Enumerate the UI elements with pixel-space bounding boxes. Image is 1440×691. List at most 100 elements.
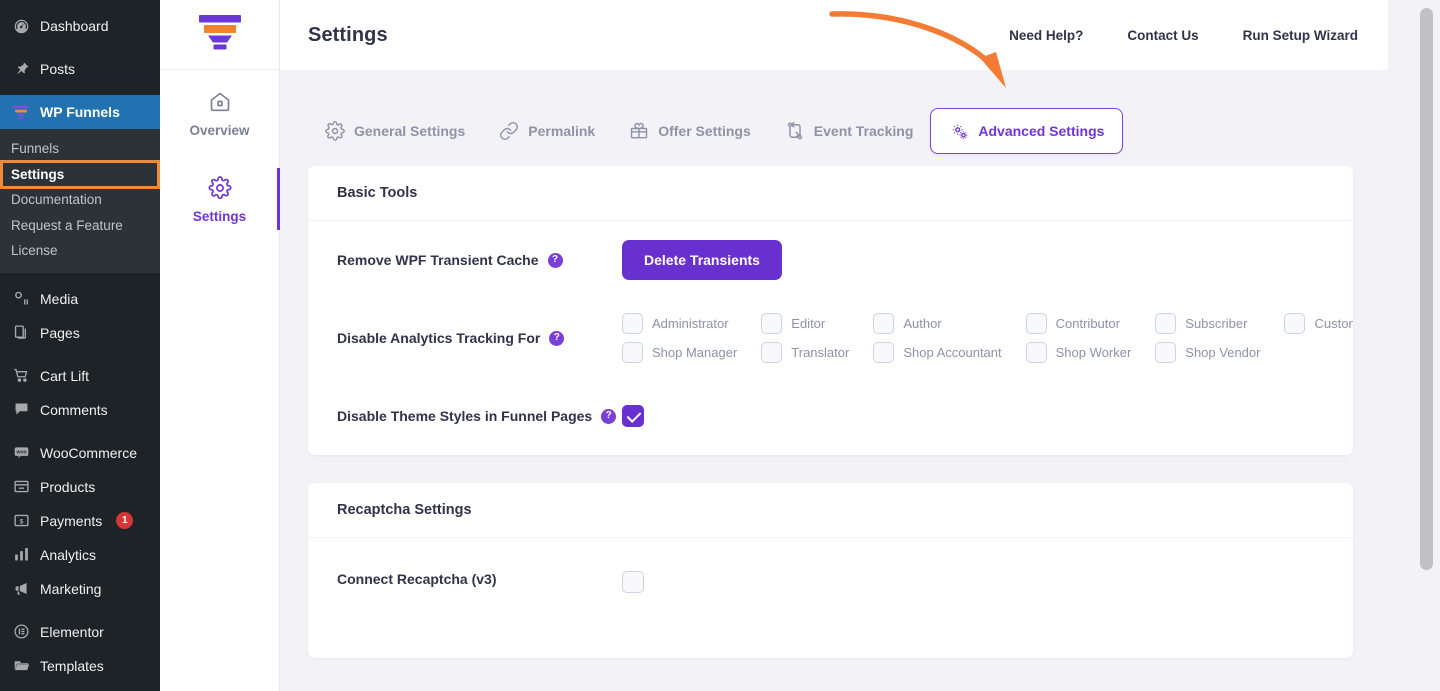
checkbox[interactable]	[761, 313, 783, 334]
run-setup-wizard-link[interactable]: Run Setup Wizard	[1243, 28, 1358, 43]
delete-transients-button[interactable]: Delete Transients	[622, 240, 782, 280]
role-contributor[interactable]: Contributor	[1025, 313, 1156, 334]
role-editor[interactable]: Editor	[761, 313, 873, 334]
payments-badge: 1	[116, 512, 134, 529]
app-screen: Dashboard Posts WP Funnels Funnels Setti…	[0, 0, 1440, 691]
settings-tabs: General Settings Permalink Offer Setting…	[280, 70, 1388, 166]
checkbox[interactable]	[1284, 313, 1306, 334]
role-author[interactable]: Author	[873, 313, 1025, 334]
tab-label: General Settings	[354, 123, 466, 139]
checkbox[interactable]	[761, 342, 783, 363]
sidebar-item-templates[interactable]: Templates	[0, 649, 160, 683]
tab-label: Advanced Settings	[978, 123, 1105, 139]
sidebar-item-woocommerce[interactable]: woo WooCommerce	[0, 436, 160, 470]
role-label: Administrator	[652, 316, 729, 331]
sidebar-item-cart-lift[interactable]: Cart Lift	[0, 359, 160, 393]
checkbox[interactable]	[873, 342, 895, 363]
wp-admin-sidebar: Dashboard Posts WP Funnels Funnels Setti…	[0, 0, 160, 691]
sidebar-item-label: Elementor	[40, 623, 104, 640]
checkbox[interactable]	[1155, 313, 1177, 334]
sidebar-item-analytics[interactable]: Analytics	[0, 538, 160, 572]
tab-advanced-settings[interactable]: Advanced Settings	[930, 108, 1124, 154]
role-customer[interactable]: Customer	[1284, 313, 1353, 334]
role-subscriber[interactable]: Subscriber	[1155, 313, 1284, 334]
row-disable-theme-styles: Disable Theme Styles in Funnel Pages ?	[308, 377, 1353, 455]
sidebar-item-label: Analytics	[40, 546, 97, 563]
submenu-item-funnels[interactable]: Funnels	[0, 136, 160, 162]
role-label: Customer	[1314, 316, 1353, 331]
sidebar-item-label: Cart Lift	[40, 367, 90, 384]
row-label-text: Remove WPF Transient Cache	[337, 252, 539, 268]
role-label: Author	[903, 316, 942, 331]
plugin-icon-rail: Overview Settings	[160, 0, 280, 691]
role-shop-vendor[interactable]: Shop Vendor	[1155, 342, 1284, 363]
sidebar-item-wp-funnels[interactable]: WP Funnels	[0, 95, 160, 129]
sidebar-item-products[interactable]: Products	[0, 470, 160, 504]
sidebar-item-payments[interactable]: $ Payments 1	[0, 504, 160, 538]
page-scrollbar[interactable]	[1420, 0, 1434, 691]
sidebar-item-posts[interactable]: Posts	[0, 52, 160, 86]
checkbox[interactable]	[622, 342, 643, 363]
tab-label: Permalink	[528, 123, 596, 139]
checkbox[interactable]	[622, 313, 643, 334]
sidebar-item-dashboard[interactable]: Dashboard	[0, 9, 160, 43]
sidebar-item-media[interactable]: Media	[0, 282, 160, 316]
checkbox[interactable]	[1025, 342, 1047, 363]
sidebar-item-label: Templates	[40, 657, 104, 674]
tab-general-settings[interactable]: General Settings	[308, 109, 482, 153]
tab-event-tracking[interactable]: Event Tracking	[768, 109, 931, 153]
products-icon	[11, 477, 31, 497]
sidebar-item-label: WP Funnels	[40, 104, 120, 120]
rail-item-label: Overview	[189, 122, 250, 138]
disable-theme-styles-checkbox[interactable]	[622, 405, 644, 427]
checkbox[interactable]	[1155, 342, 1177, 363]
submenu-item-documentation[interactable]: Documentation	[0, 187, 160, 213]
row-remove-transient-cache: Remove WPF Transient Cache ? Delete Tran…	[308, 221, 1353, 299]
rail-item-overview[interactable]: Overview	[160, 70, 279, 156]
role-translator[interactable]: Translator	[761, 342, 873, 363]
rail-item-settings[interactable]: Settings	[160, 156, 280, 242]
role-checkbox-grid: Administrator Editor Author Contributor …	[622, 313, 1353, 363]
checkbox[interactable]	[873, 313, 895, 334]
sidebar-item-label: Posts	[40, 61, 76, 77]
scrollbar-thumb[interactable]	[1420, 8, 1433, 570]
row-label-text: Disable Theme Styles in Funnel Pages	[337, 408, 593, 424]
row-label-text: Connect Recaptcha (v3)	[337, 571, 497, 587]
tab-offer-settings[interactable]: Offer Settings	[612, 109, 768, 153]
sidebar-item-label: WooCommerce	[40, 444, 137, 461]
role-shop-worker[interactable]: Shop Worker	[1025, 342, 1156, 363]
connect-recaptcha-checkbox[interactable]	[622, 571, 644, 593]
submenu-item-license[interactable]: License	[0, 238, 160, 264]
contact-us-link[interactable]: Contact Us	[1127, 28, 1198, 43]
row-label: Disable Analytics Tracking For ?	[337, 330, 622, 346]
sidebar-item-label: Products	[40, 478, 96, 495]
submenu-item-request-a-feature[interactable]: Request a Feature	[0, 213, 160, 239]
role-label: Translator	[791, 345, 850, 360]
pin-icon	[11, 59, 31, 79]
card-title: Recaptcha Settings	[308, 483, 1353, 538]
submenu-item-settings[interactable]: Settings	[0, 159, 160, 189]
role-label: Shop Accountant	[903, 345, 1002, 360]
help-icon[interactable]: ?	[601, 408, 617, 424]
home-icon	[207, 89, 233, 115]
role-label: Editor	[791, 316, 826, 331]
sidebar-item-marketing[interactable]: Marketing	[0, 572, 160, 606]
role-administrator[interactable]: Administrator	[622, 313, 761, 334]
sidebar-item-elementor[interactable]: Elementor	[0, 615, 160, 649]
role-shop-accountant[interactable]: Shop Accountant	[873, 342, 1025, 363]
need-help-link[interactable]: Need Help?	[1009, 28, 1083, 43]
row-label: Disable Theme Styles in Funnel Pages ?	[337, 408, 622, 424]
sidebar-item-pages[interactable]: Pages	[0, 316, 160, 350]
content-area: General Settings Permalink Offer Setting…	[280, 70, 1388, 691]
tab-permalink[interactable]: Permalink	[482, 109, 612, 153]
media-icon	[11, 289, 31, 309]
wpfunnels-logo[interactable]	[160, 0, 279, 70]
help-icon[interactable]: ?	[549, 330, 565, 346]
sidebar-item-comments[interactable]: Comments	[0, 393, 160, 427]
main-region: Settings Need Help? Contact Us Run Setup…	[280, 0, 1440, 691]
checkbox[interactable]	[1025, 313, 1047, 334]
help-icon[interactable]: ?	[547, 252, 563, 268]
gear-icon	[207, 175, 233, 201]
sidebar-item-label: Comments	[40, 401, 108, 418]
role-shop-manager[interactable]: Shop Manager	[622, 342, 761, 363]
